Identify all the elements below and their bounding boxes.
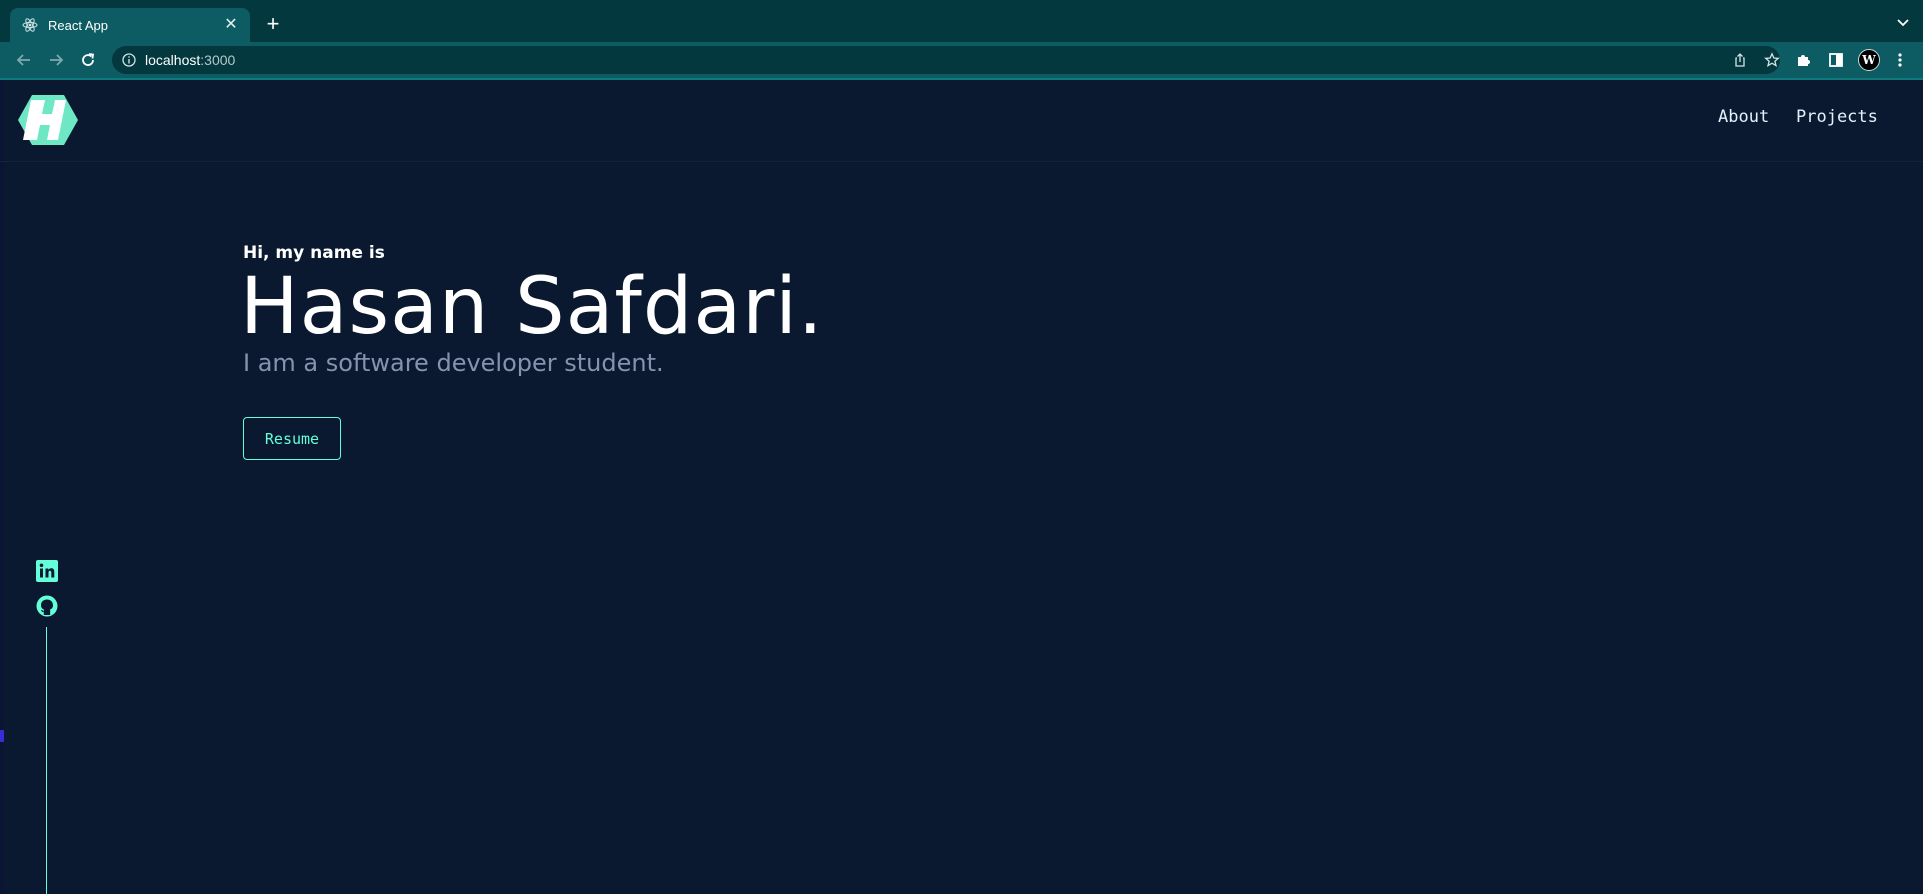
address-bar[interactable]: localhost:3000 (112, 46, 1780, 74)
menu-kebab-icon[interactable] (1890, 50, 1910, 70)
side-panel-icon[interactable] (1826, 50, 1846, 70)
reload-icon[interactable] (78, 50, 98, 70)
react-atom-icon (22, 17, 38, 33)
profile-avatar[interactable]: W (1858, 49, 1880, 71)
linkedin-icon[interactable] (34, 558, 60, 584)
new-tab-button[interactable]: + (262, 13, 284, 35)
share-icon[interactable] (1730, 50, 1750, 70)
site-info-icon[interactable] (121, 52, 137, 68)
url-host: localhost (145, 52, 201, 68)
browser-tab-strip: React App ✕ + (0, 0, 1923, 42)
nav-about-link[interactable]: About (1718, 107, 1769, 127)
left-edge-marker (0, 730, 4, 742)
bookmark-star-icon[interactable] (1762, 50, 1782, 70)
hero-name: Hasan Safdari. (240, 262, 824, 352)
extensions-puzzle-icon[interactable] (1794, 50, 1814, 70)
url-text: localhost:3000 (145, 52, 235, 68)
url-port: :3000 (200, 52, 236, 68)
left-edge-strip (0, 80, 4, 894)
github-icon[interactable] (34, 593, 60, 619)
browser-tab[interactable]: React App ✕ (10, 8, 250, 42)
tab-search-chevron-icon[interactable] (1895, 14, 1911, 30)
page-viewport: About Projects Hi, my name is Hasan Safd… (0, 80, 1923, 894)
hero-greeting: Hi, my name is (243, 243, 385, 263)
site-header: About Projects (0, 80, 1923, 162)
browser-toolbar: localhost:3000 W (0, 42, 1923, 80)
resume-button[interactable]: Resume (243, 417, 341, 460)
hero-tagline: I am a software developer student. (243, 349, 664, 377)
back-arrow-icon[interactable] (14, 50, 34, 70)
forward-arrow-icon[interactable] (46, 50, 66, 70)
nav-projects-link[interactable]: Projects (1796, 107, 1878, 127)
close-tab-icon[interactable]: ✕ (222, 17, 240, 33)
tab-title: React App (48, 17, 108, 33)
hs-hexagon-logo[interactable] (14, 90, 82, 150)
social-divider-line (46, 627, 47, 894)
